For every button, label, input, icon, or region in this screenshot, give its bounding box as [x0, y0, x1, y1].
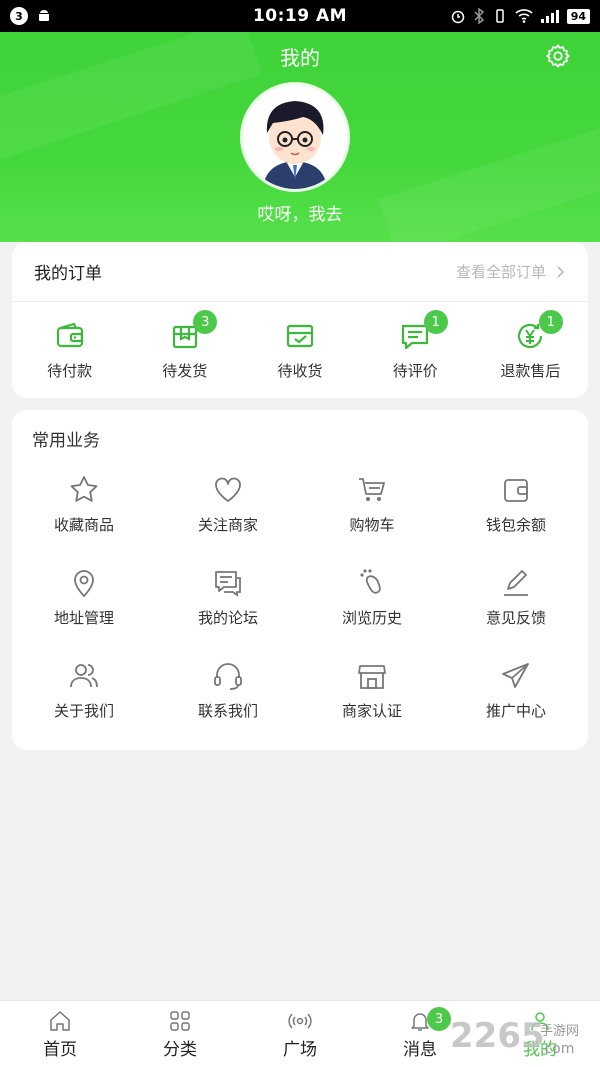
heart-icon	[215, 477, 241, 502]
service-promotion[interactable]: 推广中心	[444, 652, 588, 745]
location-icon	[74, 570, 94, 598]
notification-count: 3	[10, 7, 28, 25]
service-feedback[interactable]: 意见反馈	[444, 559, 588, 652]
order-status-label: 待收货	[277, 361, 323, 380]
service-label: 关于我们	[53, 702, 114, 720]
orders-title: 我的订单	[34, 264, 102, 284]
service-followed-stores[interactable]: 关注商家	[156, 466, 300, 559]
tab-category[interactable]: 分类	[120, 1001, 240, 1067]
wallet-icon	[56, 322, 83, 347]
footprint-icon	[360, 569, 381, 594]
username[interactable]: 哎呀，我去	[0, 200, 600, 225]
gear-icon	[546, 44, 570, 68]
service-wallet[interactable]: 钱包余额	[444, 466, 588, 559]
service-label: 地址管理	[53, 609, 114, 627]
svg-text:2265: 2265	[450, 1016, 545, 1056]
services-card: 常用业务 收藏商品 关注商家 购物车 钱包余额 地址管理 我的论坛 浏览历史 意…	[12, 410, 588, 750]
edit-icon	[504, 570, 528, 596]
order-status-pending-shipment[interactable]: 待发货 3	[127, 302, 242, 398]
service-favorites[interactable]: 收藏商品	[12, 466, 156, 559]
profile-header: 我的 哎呀，我去	[0, 32, 600, 242]
order-status-label: 退款售后	[500, 361, 561, 380]
order-status-pending-review[interactable]: 待评价 1	[358, 302, 473, 398]
service-label: 推广中心	[485, 702, 546, 720]
clock: 10:19 AM	[252, 6, 348, 26]
order-status-label: 待发货	[162, 361, 208, 380]
android-icon	[39, 10, 49, 21]
service-label: 关注商家	[197, 516, 258, 534]
orders-header: 我的订单 查看全部订单	[12, 242, 588, 302]
view-all-orders-label: 查看全部订单	[455, 263, 546, 281]
svg-text:.com: .com	[540, 1041, 574, 1057]
order-count-badge: 1	[423, 310, 448, 334]
signal-icon	[540, 10, 559, 23]
delivery-box-icon	[286, 324, 314, 347]
bluetooth-icon	[474, 8, 484, 24]
tab-square[interactable]: 广场	[240, 1001, 360, 1067]
service-label: 我的论坛	[197, 609, 258, 627]
service-cart[interactable]: 购物车	[300, 466, 444, 559]
service-address[interactable]: 地址管理	[12, 559, 156, 652]
service-forum[interactable]: 我的论坛	[156, 559, 300, 652]
chevron-right-icon	[557, 265, 565, 278]
service-label: 钱包余额	[485, 516, 546, 534]
forum-icon	[215, 571, 241, 597]
headset-icon	[214, 663, 242, 690]
wifi-icon	[515, 9, 533, 23]
grid-icon	[170, 1010, 190, 1031]
service-label: 收藏商品	[53, 516, 114, 534]
avatar[interactable]	[240, 82, 350, 192]
wallet-icon	[504, 479, 528, 502]
service-history[interactable]: 浏览历史	[300, 559, 444, 652]
tab-home[interactable]: 首页	[0, 1001, 120, 1067]
service-label: 浏览历史	[341, 609, 402, 627]
send-icon	[502, 663, 529, 688]
tab-label: 首页	[43, 1039, 77, 1060]
home-icon	[50, 1010, 70, 1031]
svg-text:手游网: 手游网	[540, 1024, 579, 1039]
vibrate-icon	[495, 9, 504, 23]
users-icon	[70, 664, 98, 688]
view-all-orders-link[interactable]: 查看全部订单	[456, 261, 566, 282]
site-watermark: 2265 手游网 .com	[450, 1016, 579, 1057]
tab-label: 分类	[163, 1039, 197, 1060]
settings-button[interactable]	[544, 42, 572, 70]
order-count-badge: 1	[538, 310, 563, 334]
order-status-pending-receipt[interactable]: 待收货	[242, 302, 357, 398]
service-label: 意见反馈	[485, 609, 546, 627]
orders-card: 我的订单 查看全部订单 待付款 待发货 3 待收货 待评价 1 退款售后 1	[12, 242, 588, 398]
star-icon	[70, 476, 98, 502]
store-icon	[358, 665, 386, 689]
alarm-icon	[451, 10, 464, 24]
service-merchant-verify[interactable]: 商家认证	[300, 652, 444, 745]
broadcast-icon	[288, 1012, 312, 1029]
order-status-pending-payment[interactable]: 待付款	[12, 302, 127, 398]
cart-icon	[359, 478, 385, 501]
order-status-label: 待评价	[392, 361, 438, 380]
battery-indicator: 94	[566, 8, 590, 24]
page-title: 我的	[280, 46, 320, 70]
order-count-badge: 3	[193, 310, 218, 334]
avatar-image	[243, 85, 347, 189]
tab-label: 消息	[403, 1039, 437, 1060]
service-label: 购物车	[349, 516, 395, 534]
service-label: 联系我们	[197, 702, 258, 720]
service-about[interactable]: 关于我们	[12, 652, 156, 745]
order-status-label: 待付款	[47, 361, 93, 380]
order-status-refund[interactable]: 退款售后 1	[473, 302, 588, 398]
service-label: 商家认证	[341, 702, 402, 720]
tab-label: 广场	[283, 1039, 317, 1060]
service-contact[interactable]: 联系我们	[156, 652, 300, 745]
status-bar: 3 10:19 AM 94	[0, 0, 600, 32]
services-title: 常用业务	[32, 431, 100, 451]
